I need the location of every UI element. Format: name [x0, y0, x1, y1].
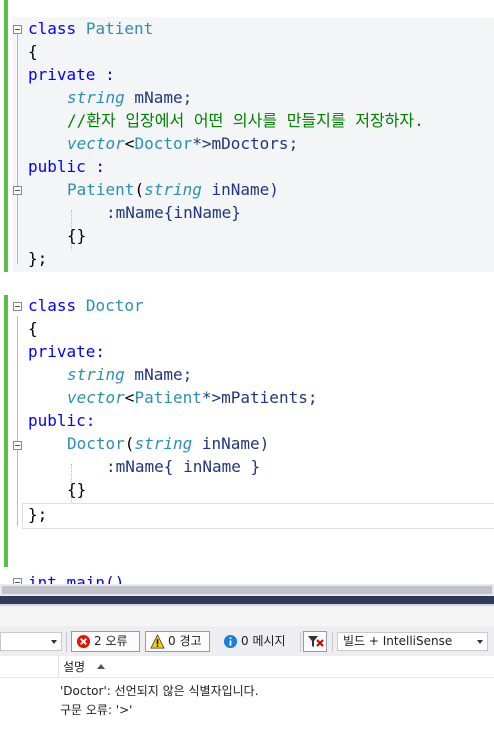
class-close: }; — [28, 249, 48, 268]
access-specifier: public: — [28, 411, 96, 430]
collapse-box-icon[interactable] — [13, 302, 22, 311]
punct: ( — [134, 180, 145, 199]
warnings-count-label: 0 경고 — [168, 634, 202, 648]
class-close: }; — [28, 505, 48, 524]
comment: //환자 입장에서 어떤 의사를 만들지를 저장하자. — [67, 111, 424, 130]
scrollbar-thumb[interactable] — [2, 586, 492, 594]
ctor-body: {} — [67, 226, 87, 245]
info-circle-icon — [223, 634, 238, 649]
build-source-label: 빌드 + IntelliSense — [343, 634, 453, 648]
code-line: //환자 입장에서 어떤 의사를 만들지를 저장하자. — [67, 109, 424, 132]
code-line: { — [28, 40, 38, 63]
access-specifier: public : — [28, 157, 106, 176]
code-line: class Doctor — [28, 294, 144, 317]
member-name: *>mDoctors; — [192, 134, 299, 153]
code-line: string mName; — [67, 86, 192, 109]
code-line: private : — [28, 63, 115, 86]
toolbar-divider — [332, 632, 333, 652]
code-line: Patient(string inName) — [67, 178, 279, 201]
outline-line-patient — [17, 34, 19, 264]
toolbar-divider — [66, 632, 67, 652]
punct: < — [124, 388, 135, 407]
brace: { — [28, 319, 38, 338]
panel-splitter[interactable] — [0, 596, 494, 606]
ctor-body: {} — [67, 480, 87, 499]
initializer-list: :mName{inName} — [106, 203, 241, 222]
type-name: string — [67, 365, 125, 384]
brace: { — [28, 42, 38, 61]
code-line: public: — [28, 409, 95, 432]
sort-ascending-icon — [97, 664, 105, 669]
outline-line-doctor — [17, 316, 19, 526]
code-line: { — [28, 317, 38, 340]
type-name: vector — [67, 388, 125, 407]
scope-dropdown[interactable] — [0, 632, 62, 651]
type-name: vector — [67, 134, 125, 153]
code-line: Doctor(string inName) — [67, 432, 269, 455]
param-name: inName) — [192, 434, 270, 453]
errors-count-label: 2 오류 — [94, 634, 128, 648]
filter-icon — [308, 636, 324, 647]
type-name: Patient — [134, 388, 202, 407]
toolbar-divider — [300, 632, 301, 652]
current-line-highlight — [22, 503, 494, 529]
code-line: int main() — [28, 571, 124, 584]
type-name: Doctor — [134, 134, 193, 153]
access-specifier: private : — [28, 65, 115, 84]
errors-filter-button[interactable]: 2 오류 — [71, 631, 140, 652]
code-line: vector<Patient*>mPatients; — [67, 386, 317, 409]
collapse-box-icon[interactable] — [13, 441, 22, 450]
warning-triangle-icon — [150, 634, 165, 649]
punct: ( — [124, 434, 135, 453]
column-header-label: 설명 — [63, 660, 86, 674]
type-name: string — [67, 88, 125, 107]
member-name: *>mPatients; — [201, 388, 318, 407]
filter-button[interactable] — [303, 631, 327, 652]
member-name: mName; — [124, 365, 193, 384]
code-line: class Patient — [28, 17, 153, 40]
keyword: class — [28, 19, 77, 38]
access-specifier: private: — [28, 342, 106, 361]
messages-filter-button[interactable]: 0 메시지 — [218, 631, 297, 652]
code-line: {} — [67, 478, 86, 501]
type-name: string — [144, 180, 202, 199]
code-line: vector<Doctor*>mDoctors; — [67, 132, 298, 155]
keyword: class — [28, 296, 77, 315]
column-divider[interactable] — [58, 656, 59, 677]
code-line: public : — [28, 155, 105, 178]
code-line: :mName{inName} — [106, 201, 241, 224]
code-line: }; — [28, 503, 47, 526]
code-editor[interactable]: class Patient { private : string mName; … — [0, 0, 494, 584]
change-bar-top — [4, 0, 8, 272]
code-line: {} — [67, 224, 86, 247]
main-signature: int main() — [28, 573, 125, 584]
constructor-name: Doctor — [67, 434, 125, 453]
code-line: }; — [28, 247, 47, 270]
warnings-filter-button[interactable]: 0 경고 — [145, 631, 210, 652]
chevron-down-icon — [477, 640, 483, 644]
code-line: string mName; — [67, 363, 192, 386]
collapse-box-icon[interactable] — [13, 25, 22, 34]
code-line: private: — [28, 340, 105, 363]
code-line: :mName{ inName } — [106, 455, 260, 478]
class-name: Patient — [85, 19, 154, 38]
column-header-description[interactable]: 설명 — [0, 656, 494, 678]
constructor-name: Patient — [67, 180, 135, 199]
change-bar-bottom — [4, 295, 8, 567]
collapse-box-icon[interactable] — [13, 186, 22, 195]
horizontal-scrollbar[interactable] — [0, 584, 494, 596]
param-name: inName) — [201, 180, 279, 199]
messages-count-label: 0 메시지 — [241, 634, 286, 648]
type-name: string — [134, 434, 193, 453]
member-name: mName; — [124, 88, 193, 107]
punct: < — [124, 134, 135, 153]
error-row[interactable]: 'Doctor': 선언되지 않은 식별자입니다. — [60, 682, 259, 699]
error-circle-icon — [76, 634, 91, 649]
error-row[interactable]: 구문 오류: '>' — [60, 701, 133, 718]
build-source-dropdown[interactable]: 빌드 + IntelliSense — [337, 632, 488, 651]
chevron-down-icon — [51, 640, 57, 644]
initializer-list: :mName{ inName } — [106, 457, 261, 476]
class-name: Doctor — [85, 296, 144, 315]
